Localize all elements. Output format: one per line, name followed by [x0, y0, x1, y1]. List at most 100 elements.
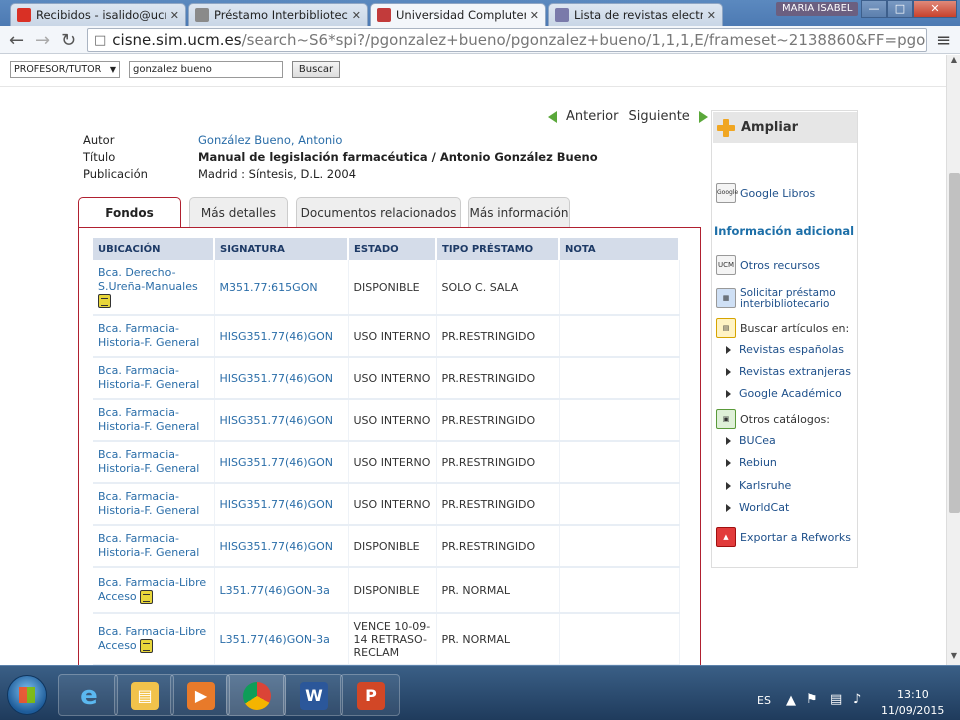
back-arrow-icon[interactable]: ← — [9, 30, 24, 51]
export-refworks-link[interactable]: ▲ Exportar a Refworks — [716, 527, 851, 547]
close-tab-icon[interactable]: ✕ — [530, 9, 539, 22]
books-icon: ▦ — [716, 288, 736, 308]
ie-taskbar-icon[interactable]: e — [58, 674, 118, 716]
cell-location[interactable]: Bca. Farmacia-Historia-F. General — [93, 525, 215, 568]
ill-request-link[interactable]: ▦ Solicitar préstamo interbibliotecario — [716, 288, 836, 310]
table-row: Bca. Farmacia-Libre Acceso L351.77(46)GO… — [93, 613, 680, 665]
cell-call-number[interactable]: HISG351.77(46)GON — [214, 525, 349, 568]
link-worldcat[interactable]: WorldCat — [726, 501, 789, 514]
minimize-button[interactable]: — — [861, 0, 887, 18]
cell-loan-type: PR. NORMAL — [436, 567, 560, 614]
cell-location[interactable]: Bca. Farmacia-Historia-F. General — [93, 315, 215, 358]
link-rebiun[interactable]: Rebiun — [726, 456, 777, 469]
cell-call-number[interactable]: L351.77(46)GON-3a — [214, 567, 349, 614]
page-scrollbar[interactable]: ▲ ▼ — [946, 55, 960, 665]
scroll-up-icon[interactable]: ▲ — [947, 55, 960, 69]
close-tab-icon[interactable]: ✕ — [352, 9, 361, 22]
cell-call-number[interactable]: HISG351.77(46)GON — [214, 357, 349, 400]
export-icon: ▲ — [716, 527, 736, 547]
cell-location[interactable]: Bca. Farmacia-Libre Acceso — [93, 613, 215, 665]
browser-menu-icon[interactable]: ≡ — [936, 30, 951, 51]
search-button[interactable]: Buscar — [292, 61, 340, 78]
cell-loan-type: PR.RESTRINGIDO — [436, 399, 560, 442]
cell-status: DISPONIBLE — [348, 525, 437, 568]
forward-arrow-icon[interactable]: → — [35, 30, 50, 51]
address-bar[interactable]: □ cisne.sim.ucm.es/search~S6*spi?/pgonza… — [87, 28, 927, 52]
browser-tab[interactable]: Universidad Complutense ✕ — [370, 3, 546, 26]
col-ubicacion: UBICACIÓN — [93, 238, 215, 260]
tab-documentos-relacionados[interactable]: Documentos relacionados — [296, 197, 461, 227]
tab-mas-informacion[interactable]: Más información — [468, 197, 570, 227]
scroll-down-icon[interactable]: ▼ — [947, 651, 960, 665]
clock-time[interactable]: 13:10 — [897, 688, 929, 701]
col-estado: ESTADO — [348, 238, 437, 260]
google-books-link[interactable]: Google Google Libros — [716, 183, 815, 203]
page-icon: □ — [94, 32, 107, 48]
tab-mas-detalles[interactable]: Más detalles — [189, 197, 288, 227]
cell-status: USO INTERNO — [348, 315, 437, 358]
book-icon[interactable] — [98, 294, 111, 308]
table-row: Bca. Farmacia-Historia-F. General HISG351… — [93, 357, 680, 400]
link-revistas-extranjeras[interactable]: Revistas extranjeras — [726, 365, 851, 378]
link-bucea[interactable]: BUCea — [726, 434, 776, 447]
cell-location[interactable]: Bca. Derecho-S.Ureña-Manuales — [93, 260, 215, 316]
arrow-left-icon[interactable] — [548, 110, 557, 123]
powerpoint-taskbar-icon[interactable]: P — [340, 674, 400, 716]
cell-location[interactable]: Bca. Farmacia-Libre Acceso — [93, 567, 215, 614]
volume-icon[interactable]: ♪ — [853, 692, 861, 707]
word-taskbar-icon[interactable]: W — [283, 674, 343, 716]
link-google-academico[interactable]: Google Académico — [726, 387, 842, 400]
arrow-right-icon[interactable] — [698, 110, 708, 123]
google-logo-icon: Google — [716, 183, 738, 203]
cell-location[interactable]: Bca. Farmacia-Historia-F. General — [93, 441, 215, 484]
ampliar-button[interactable]: Ampliar — [713, 112, 857, 143]
bullet-icon — [726, 458, 731, 467]
chevron-up-icon[interactable]: ▲ — [786, 693, 796, 708]
close-tab-icon[interactable]: ✕ — [707, 9, 716, 22]
search-type-select[interactable]: PROFESOR/TUTOR ▼ — [10, 61, 120, 78]
media-player-taskbar-icon[interactable]: ▶ — [170, 674, 230, 716]
previous-link[interactable]: Anterior — [566, 109, 618, 124]
browser-tab[interactable]: Recibidos - isalido@ucm ✕ — [10, 3, 186, 26]
flag-icon[interactable]: ⚑ — [806, 692, 818, 707]
chrome-taskbar-icon[interactable] — [226, 674, 286, 716]
network-icon[interactable]: ▤ — [830, 692, 842, 707]
cell-location[interactable]: Bca. Farmacia-Historia-F. General — [93, 483, 215, 526]
reload-icon[interactable]: ↻ — [61, 30, 76, 51]
author-link[interactable]: González Bueno, Antonio — [198, 133, 342, 147]
book-icon[interactable] — [140, 639, 154, 653]
explorer-taskbar-icon[interactable]: ▤ — [114, 674, 174, 716]
profile-badge[interactable]: MARIA ISABEL — [776, 2, 859, 16]
record-publication: Madrid : Síntesis, D.L. 2004 — [198, 167, 357, 181]
cell-call-number[interactable]: L351.77(46)GON-3a — [214, 613, 349, 665]
start-button-icon[interactable] — [7, 675, 47, 715]
taskbar: e ▤ ▶ W P ES ▲ ⚑ ▤ ♪ 13:10 11/09/2015 — [0, 665, 960, 720]
link-revistas-espanolas[interactable]: Revistas españolas — [726, 343, 844, 356]
cell-call-number[interactable]: HISG351.77(46)GON — [214, 483, 349, 526]
browser-tab[interactable]: Préstamo Interbibliotecar ✕ — [188, 3, 368, 26]
cell-status: USO INTERNO — [348, 441, 437, 484]
browser-tab[interactable]: Lista de revistas electrónic ✕ — [548, 3, 723, 26]
maximize-button[interactable]: □ — [887, 0, 913, 18]
cell-call-number[interactable]: M351.77:615GON — [214, 260, 349, 316]
chevron-down-icon: ▼ — [109, 65, 116, 74]
other-resources-link[interactable]: UCM Otros recursos — [716, 255, 820, 275]
cell-location[interactable]: Bca. Farmacia-Historia-F. General — [93, 399, 215, 442]
search-input[interactable]: gonzalez bueno — [129, 61, 283, 78]
cell-location[interactable]: Bca. Farmacia-Historia-F. General — [93, 357, 215, 400]
next-link[interactable]: Siguiente — [628, 109, 689, 124]
language-indicator[interactable]: ES — [757, 694, 771, 707]
cell-loan-type: PR.RESTRINGIDO — [436, 315, 560, 358]
cell-call-number[interactable]: HISG351.77(46)GON — [214, 315, 349, 358]
bullet-icon — [726, 367, 731, 376]
clock-date[interactable]: 11/09/2015 — [881, 704, 944, 717]
close-window-button[interactable]: ✕ — [913, 0, 957, 18]
ucm-logo-icon: UCM — [716, 255, 736, 275]
cell-call-number[interactable]: HISG351.77(46)GON — [214, 441, 349, 484]
close-tab-icon[interactable]: ✕ — [170, 9, 179, 22]
cell-call-number[interactable]: HISG351.77(46)GON — [214, 399, 349, 442]
link-karlsruhe[interactable]: Karlsruhe — [726, 479, 791, 492]
book-icon[interactable] — [140, 590, 154, 604]
scrollbar-thumb[interactable] — [949, 173, 960, 513]
tab-fondos[interactable]: Fondos — [78, 197, 181, 228]
